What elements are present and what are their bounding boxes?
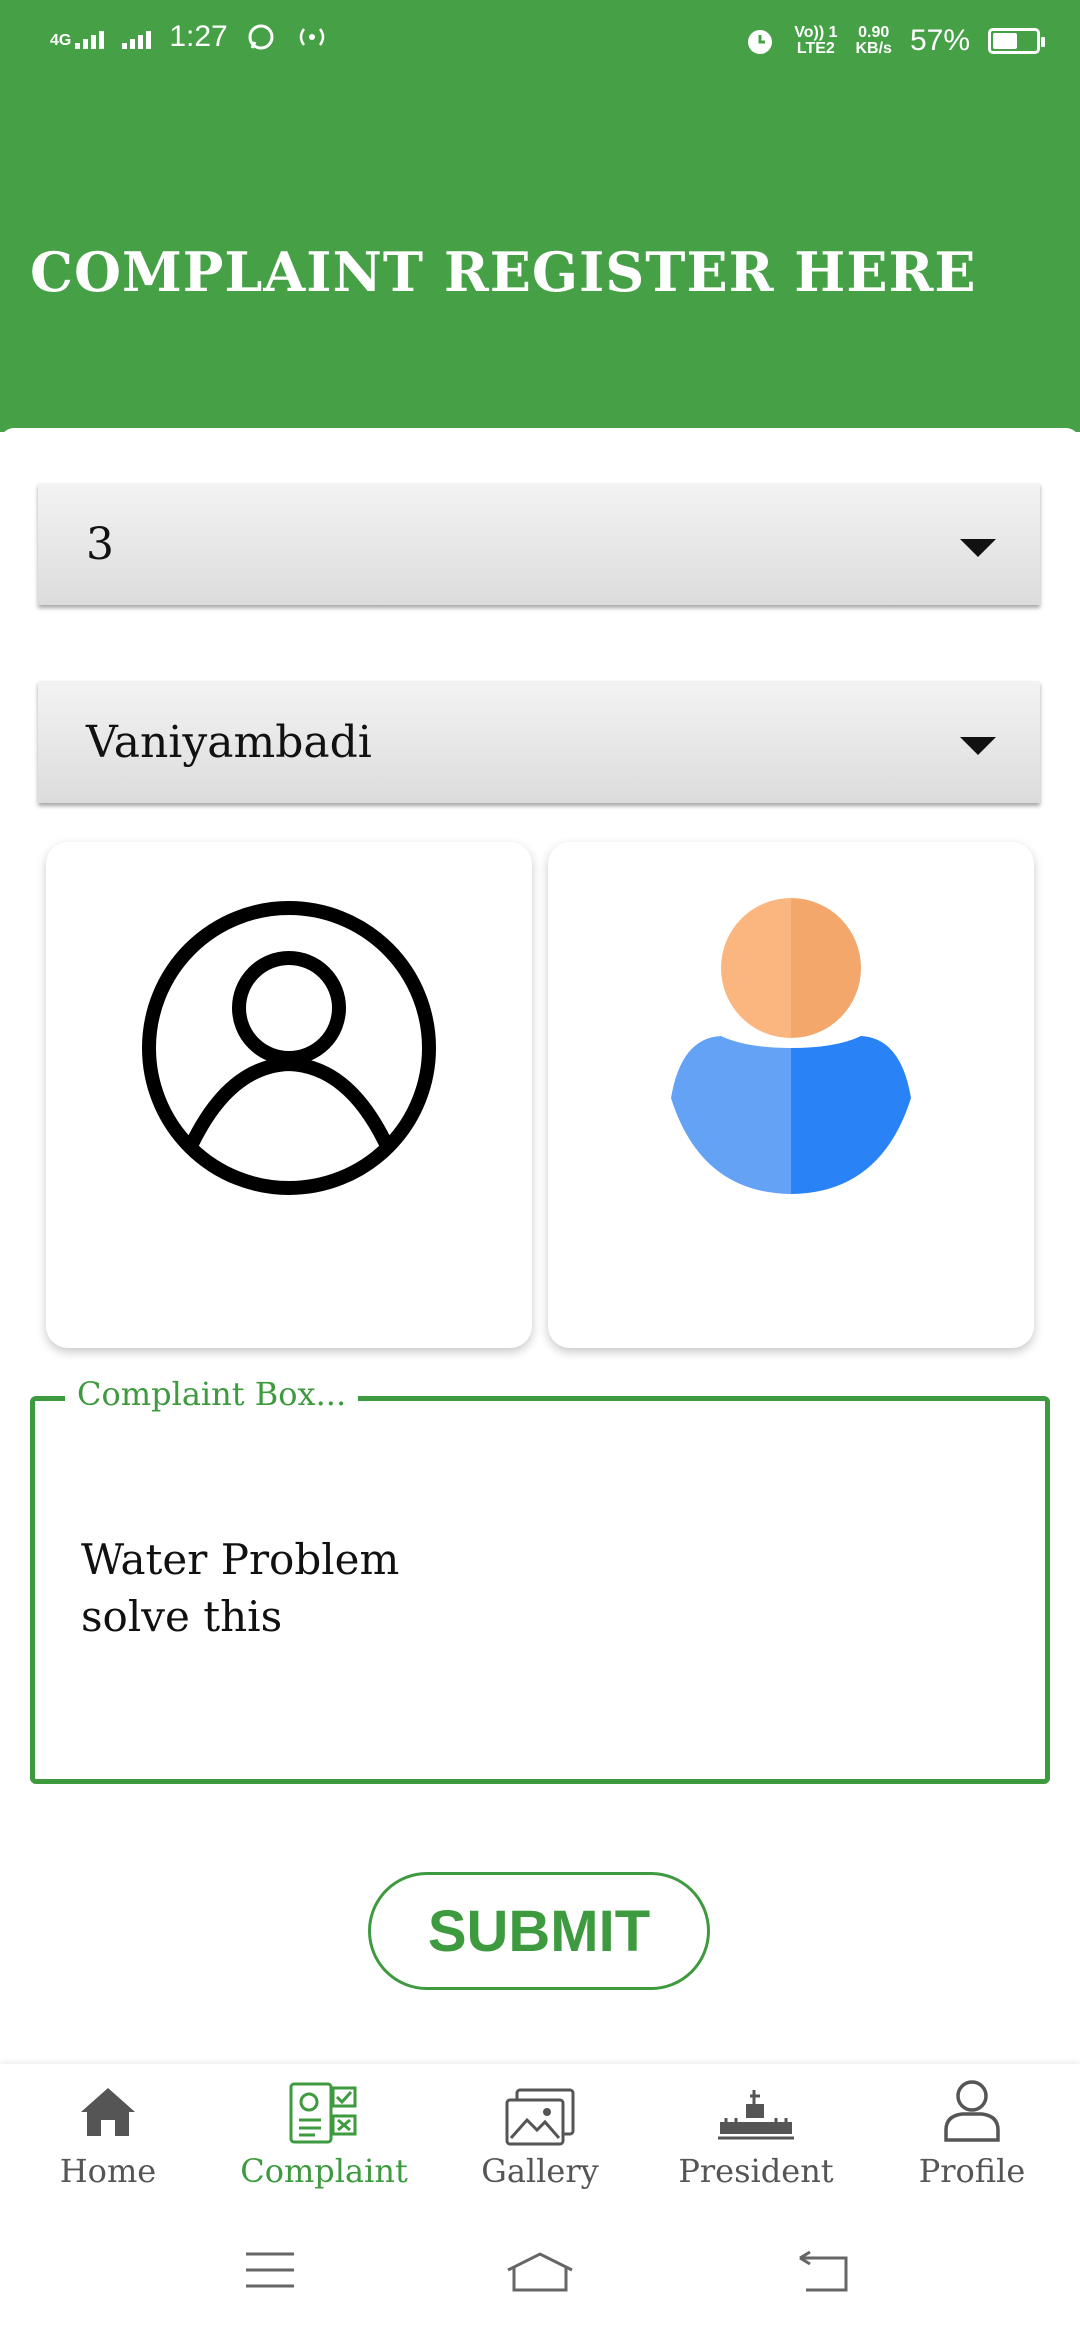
complaint-box-label: Complaint Box... xyxy=(65,1375,359,1413)
nav-item-profile[interactable]: Profile xyxy=(864,2064,1080,2210)
nav-label-profile: Profile xyxy=(918,2152,1026,2190)
battery-fill xyxy=(993,33,1017,49)
complaint-input[interactable]: Water Problem solve this xyxy=(81,1531,981,1645)
chevron-down-icon xyxy=(960,737,996,755)
complaint-icon xyxy=(289,2082,357,2144)
photo-card-right[interactable] xyxy=(548,842,1034,1348)
ward-select[interactable]: 3 xyxy=(38,483,1040,605)
network-type: 4G xyxy=(50,32,72,49)
nav-label-gallery: Gallery xyxy=(481,2152,599,2190)
president-icon xyxy=(718,2090,794,2140)
nav-item-president[interactable]: President xyxy=(648,2064,864,2210)
area-select[interactable]: Vaniyambadi xyxy=(38,681,1040,803)
user-avatar-icon xyxy=(671,898,911,1194)
network-speed: 0.90 KB/s xyxy=(856,25,892,57)
nav-item-home[interactable]: Home xyxy=(0,2064,216,2210)
nav-label-president: President xyxy=(678,2152,834,2190)
status-bar: 4G 1:27 Vo)) 1 LTE2 0.90 KB/s 57% xyxy=(0,0,1080,90)
speed-value: 0.90 xyxy=(858,24,890,41)
page-title: COMPLAINT REGISTER HERE xyxy=(30,240,977,304)
bottom-nav: Home Complaint Gallery President Profile xyxy=(0,2064,1080,2210)
nav-item-gallery[interactable]: Gallery xyxy=(432,2064,648,2210)
chevron-down-icon xyxy=(960,539,996,557)
user-circle-icon xyxy=(142,901,436,1195)
profile-icon xyxy=(944,2080,1000,2142)
photo-card-left[interactable] xyxy=(46,842,532,1348)
nav-item-complaint[interactable]: Complaint xyxy=(216,2064,432,2210)
battery-percent: 57% xyxy=(909,24,970,57)
battery-icon xyxy=(988,28,1045,54)
hotspot-icon xyxy=(299,28,324,46)
home-outline-icon[interactable] xyxy=(504,2250,576,2294)
gallery-icon xyxy=(505,2088,575,2146)
status-time: 1:27 xyxy=(169,20,228,53)
submit-button[interactable]: SUBMIT xyxy=(368,1872,710,1990)
nav-label-home: Home xyxy=(59,2152,157,2190)
home-icon xyxy=(81,2088,135,2136)
back-icon[interactable] xyxy=(796,2250,852,2294)
whatsapp-icon xyxy=(248,24,274,50)
nav-label-complaint: Complaint xyxy=(240,2152,408,2190)
ward-select-value: 3 xyxy=(86,519,114,570)
app-header: 4G 1:27 Vo)) 1 LTE2 0.90 KB/s 57% COMPLA… xyxy=(0,0,1080,432)
volte-label: Vo)) 1 xyxy=(794,24,838,41)
network-signal-icon: 4G xyxy=(50,25,105,49)
complaint-box[interactable]: Complaint Box... Water Problem solve thi… xyxy=(30,1375,1050,1784)
signal-icon xyxy=(122,25,152,49)
status-right: Vo)) 1 LTE2 0.90 KB/s 57% xyxy=(744,24,1045,58)
area-select-value: Vaniyambadi xyxy=(86,717,372,768)
speed-unit: KB/s xyxy=(855,40,892,57)
volte-indicator: Vo)) 1 LTE2 xyxy=(794,25,837,57)
status-left: 4G 1:27 xyxy=(50,20,330,54)
alarm-icon xyxy=(748,30,773,54)
lte-label: LTE2 xyxy=(796,40,835,57)
menu-icon[interactable] xyxy=(244,2250,296,2290)
system-nav-bar xyxy=(0,2210,1080,2340)
